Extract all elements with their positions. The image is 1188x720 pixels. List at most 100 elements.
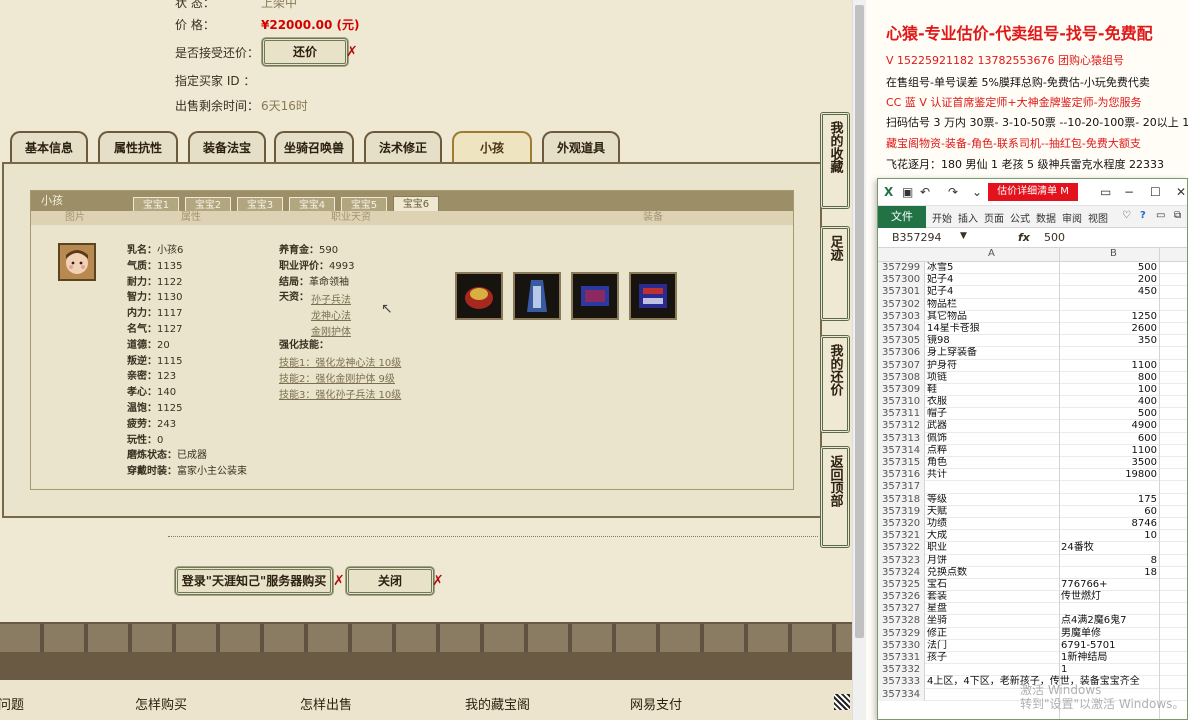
cell-b[interactable]: 点4满2魔6鬼7 (1061, 615, 1157, 627)
tab-appearance[interactable]: 外观道具 (542, 131, 620, 163)
cell-a[interactable]: 身上穿装备 (927, 347, 1059, 359)
talent-link-3[interactable]: 金刚护体 (311, 323, 351, 338)
cell-a[interactable]: 功绩 (927, 518, 1059, 530)
cell-a[interactable]: 宝石 (927, 579, 1059, 591)
row-number[interactable]: 357325 (878, 578, 925, 592)
cell-a[interactable]: 修正 (927, 628, 1059, 640)
cell-b[interactable]: 男魔单修 (1061, 628, 1157, 640)
tab-child[interactable]: 小孩 (452, 131, 532, 163)
row-number[interactable]: 357309 (878, 383, 925, 397)
tab-attributes[interactable]: 属性抗性 (98, 131, 178, 163)
footer-link-my-cbg[interactable]: 我的藏宝阁 (465, 694, 530, 713)
cell-b[interactable]: 1新神结局 (1061, 652, 1157, 664)
my-favorites-button[interactable]: 我的收藏 (820, 112, 850, 209)
footer-link-how-buy[interactable]: 怎样购买 (135, 694, 187, 713)
close-button[interactable]: 关闭 (346, 567, 434, 595)
cell-a[interactable]: 冰雪5 (927, 262, 1059, 274)
row-number[interactable]: 357314 (878, 444, 925, 457)
row-number[interactable]: 357313 (878, 432, 925, 445)
name-box[interactable]: B357294 (892, 231, 942, 244)
cell-a[interactable]: 孩子 (927, 652, 1059, 664)
row-number[interactable]: 357320 (878, 517, 925, 531)
cell-a[interactable]: 等级 (927, 494, 1059, 506)
row-number[interactable]: 357324 (878, 566, 925, 579)
row-number[interactable]: 357312 (878, 420, 925, 433)
formula-input[interactable]: 500 (1044, 231, 1065, 244)
tab-insert[interactable]: 插入 (958, 210, 978, 225)
cell-b[interactable]: 6791-5701 (1061, 640, 1157, 652)
cell-b[interactable]: 1100 (1061, 360, 1157, 372)
login-buy-button[interactable]: 登录"天涯知己"服务器购买 (175, 567, 333, 595)
row-number[interactable]: 357322 (878, 542, 925, 555)
cell-b[interactable]: 1250 (1061, 311, 1157, 323)
skill-link-1[interactable]: 技能1：强化龙神心法 10级 (279, 354, 401, 369)
row-number[interactable]: 357300 (878, 274, 925, 287)
tab-mounts[interactable]: 坐骑召唤兽 (274, 131, 354, 163)
close-icon[interactable]: ✕ (1176, 185, 1186, 199)
cell-b[interactable]: 8 (1061, 555, 1157, 567)
cell-a[interactable]: 其它物品 (927, 311, 1059, 323)
qr-code-icon[interactable] (834, 694, 850, 710)
equip-slot-3[interactable] (571, 272, 619, 320)
talent-link-1[interactable]: 孙子兵法 (311, 291, 351, 306)
row-number[interactable]: 357327 (878, 603, 925, 616)
tab-formula[interactable]: 公式 (1010, 210, 1030, 225)
row-number[interactable]: 357304 (878, 322, 925, 336)
maximize-icon[interactable]: ☐ (1150, 185, 1161, 199)
row-number[interactable]: 357299 (878, 262, 925, 275)
cell-b[interactable]: 350 (1061, 335, 1157, 347)
cell-a[interactable]: 镜98 (927, 335, 1059, 347)
cell-b[interactable]: 8746 (1061, 518, 1157, 530)
row-number[interactable]: 357306 (878, 347, 925, 360)
footer-link-how-sell[interactable]: 怎样出售 (300, 694, 352, 713)
cell-b[interactable]: 1 (1061, 664, 1157, 676)
cell-b[interactable]: 600 (1061, 433, 1157, 445)
cell-a[interactable]: 共计 (927, 469, 1059, 481)
window-minimize-icon[interactable]: ▭ (1156, 210, 1165, 221)
cell-a[interactable]: 坐骑 (927, 615, 1059, 627)
cell-b[interactable]: 500 (1061, 408, 1157, 420)
cell-a[interactable]: 衣服 (927, 396, 1059, 408)
cell-b[interactable]: 3500 (1061, 457, 1157, 469)
row-number[interactable]: 357316 (878, 469, 925, 482)
cell-a[interactable]: 妃子4 (927, 274, 1059, 286)
row-number[interactable]: 357317 (878, 481, 925, 494)
row-number[interactable]: 357308 (878, 371, 925, 384)
ribbon-options-icon[interactable]: ▭ (1100, 185, 1111, 199)
equip-slot-2[interactable] (513, 272, 561, 320)
talent-link-2[interactable]: 龙神心法 (311, 307, 351, 322)
vertical-scrollbar[interactable] (852, 0, 866, 720)
cell-a[interactable]: 月饼 (927, 555, 1059, 567)
cell-b[interactable]: 2600 (1061, 323, 1157, 335)
tab-view[interactable]: 视图 (1088, 210, 1108, 225)
cell-a[interactable]: 天赋 (927, 506, 1059, 518)
cell-b[interactable]: 18 (1061, 567, 1157, 579)
cell-a[interactable]: 护身符 (927, 360, 1059, 372)
cell-b[interactable]: 200 (1061, 274, 1157, 286)
cell-a[interactable]: 鞋 (927, 384, 1059, 396)
cell-b[interactable]: 24番牧 (1061, 542, 1157, 554)
undo-icon[interactable]: ↶ (920, 185, 930, 199)
cell-b[interactable]: 500 (1061, 262, 1157, 274)
back-to-top-button[interactable]: 返回顶部 (820, 446, 850, 548)
row-number[interactable]: 357315 (878, 457, 925, 470)
footer-link-faq[interactable]: 问题 (0, 694, 24, 713)
cell-a[interactable]: 物品栏 (927, 299, 1059, 311)
tab-home[interactable]: 开始 (932, 210, 952, 225)
row-number[interactable]: 357330 (878, 639, 925, 652)
tab-spells[interactable]: 法术修正 (364, 131, 442, 163)
cell-b[interactable]: 776766+ (1061, 579, 1157, 591)
row-number[interactable]: 357332 (878, 664, 925, 677)
my-bargain-button[interactable]: 我的还价 (820, 335, 850, 433)
cell-a[interactable]: 点粹 (927, 445, 1059, 457)
cell-a[interactable]: 14星卡苍狼 (927, 323, 1059, 335)
cell-b[interactable]: 800 (1061, 372, 1157, 384)
equip-slot-1[interactable] (455, 272, 503, 320)
tab-review[interactable]: 审阅 (1062, 210, 1082, 225)
tab-page[interactable]: 页面 (984, 210, 1004, 225)
cell-a[interactable]: 法门 (927, 640, 1059, 652)
row-number[interactable]: 357331 (878, 652, 925, 665)
row-number[interactable]: 357333 (878, 676, 925, 689)
redo-icon[interactable]: ↷ (948, 185, 958, 199)
row-number[interactable]: 357301 (878, 286, 925, 299)
